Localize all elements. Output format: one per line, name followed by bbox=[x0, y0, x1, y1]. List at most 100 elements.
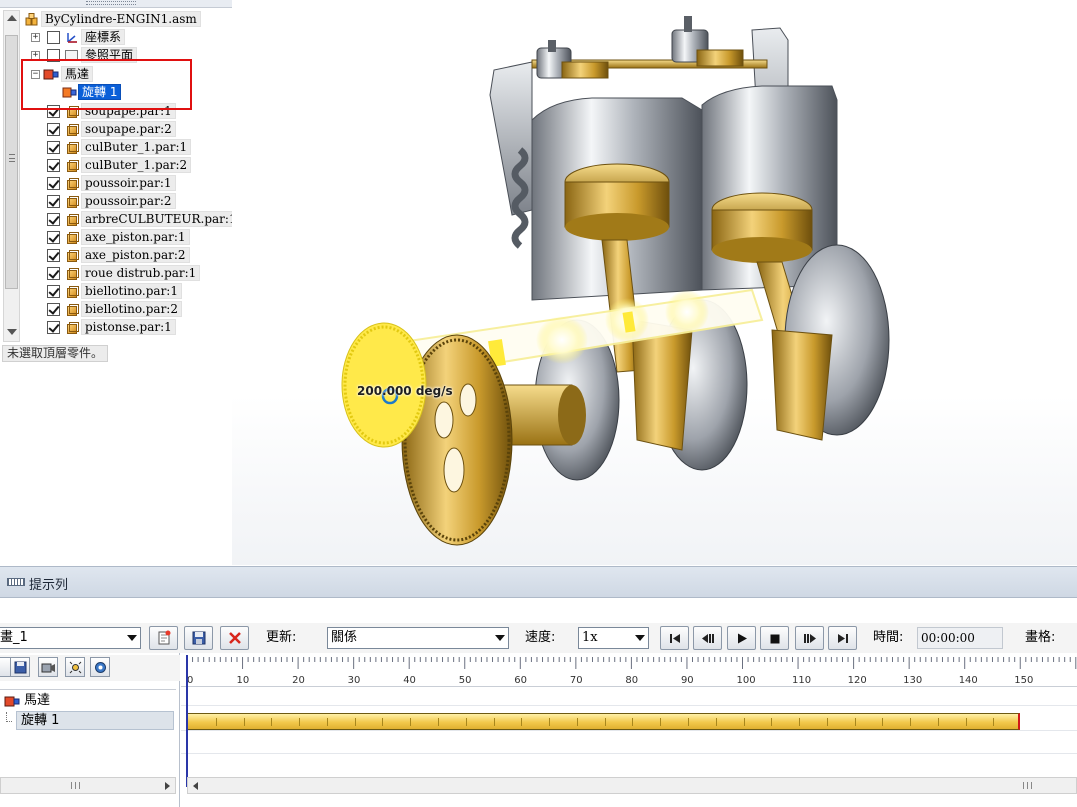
tree-vertical-scrollbar[interactable] bbox=[3, 10, 20, 342]
time-value: 00:00:00 bbox=[921, 631, 975, 645]
save-state-button[interactable] bbox=[10, 657, 30, 677]
bar-frame-tick bbox=[799, 718, 801, 726]
playback-speed-select[interactable]: 1x bbox=[578, 627, 649, 649]
3d-viewport[interactable]: 200.000 deg/s bbox=[232, 0, 1077, 565]
engine-model-illustration bbox=[341, 16, 890, 546]
camera-icon bbox=[41, 663, 55, 673]
tree-item-label: poussoir.par:2 bbox=[81, 193, 176, 209]
tree-connector-line bbox=[6, 712, 12, 722]
dropdown-arrow-icon bbox=[127, 635, 137, 641]
tree-item-label: arbreCULBUTEUR.par:1 bbox=[81, 211, 232, 227]
assembly-tree-pane: ByCylindre-ENGIN1.asm + 座標系 + 參照平面 − 馬達 bbox=[0, 0, 232, 345]
bar-frame-tick bbox=[604, 718, 606, 726]
visibility-checkbox[interactable] bbox=[47, 31, 60, 44]
expand-plus-icon[interactable]: + bbox=[31, 33, 40, 42]
part-icon bbox=[65, 285, 79, 298]
scroll-up-arrow-icon[interactable] bbox=[7, 15, 17, 21]
bar-frame-tick bbox=[215, 718, 217, 726]
list-horizontal-scrollbar[interactable] bbox=[0, 777, 176, 794]
scroll-right-arrow-icon[interactable] bbox=[165, 782, 170, 790]
scroll-thumb[interactable] bbox=[5, 35, 18, 289]
motor-icon bbox=[4, 696, 20, 707]
tree-item-label: soupape.par:2 bbox=[81, 121, 176, 137]
save-icon bbox=[192, 631, 206, 645]
explode-button[interactable] bbox=[65, 657, 85, 677]
timeline-cursor[interactable] bbox=[186, 655, 188, 787]
visibility-checkbox[interactable] bbox=[47, 285, 60, 298]
playback-speed-value: 1x bbox=[582, 630, 598, 645]
dropdown-arrow-icon bbox=[635, 635, 645, 641]
rotation-animation-bar[interactable] bbox=[187, 713, 1021, 730]
camera-button[interactable] bbox=[38, 657, 58, 677]
timeline-horizontal-scrollbar[interactable] bbox=[187, 777, 1077, 794]
visibility-checkbox[interactable] bbox=[47, 321, 60, 334]
bar-frame-tick bbox=[549, 718, 551, 726]
ruler-tick-label: 20 bbox=[292, 675, 305, 686]
scroll-grip[interactable] bbox=[71, 782, 80, 789]
timeline-ruler[interactable]: 0 10 20 30 40 50 60 70 80 90 100 110 120 130 140 150 bbox=[181, 653, 1077, 687]
visibility-checkbox[interactable] bbox=[47, 177, 60, 190]
scroll-left-arrow-icon[interactable] bbox=[193, 782, 198, 790]
new-document-icon bbox=[158, 630, 171, 645]
animation-timeline[interactable]: 0 10 20 30 40 50 60 70 80 90 100 110 120 130 140 150 bbox=[181, 653, 1077, 807]
ruler-tick-label: 120 bbox=[848, 675, 867, 686]
ruler-tick-label: 90 bbox=[681, 675, 694, 686]
part-icon bbox=[65, 267, 79, 280]
bar-frame-tick bbox=[410, 718, 412, 726]
delete-animation-button[interactable] bbox=[220, 626, 249, 650]
visibility-checkbox[interactable] bbox=[47, 159, 60, 172]
bar-frame-tick bbox=[993, 718, 995, 726]
ruler-tick-label: 150 bbox=[1014, 675, 1033, 686]
part-icon bbox=[65, 303, 79, 316]
skip-to-end-icon bbox=[838, 634, 848, 643]
visibility-checkbox[interactable] bbox=[47, 231, 60, 244]
bar-frame-tick bbox=[743, 718, 745, 726]
time-field[interactable]: 00:00:00 bbox=[917, 627, 1003, 649]
save-animation-button[interactable] bbox=[184, 626, 213, 650]
tree-item-label: axe_piston.par:2 bbox=[81, 247, 190, 263]
play-reverse-button[interactable] bbox=[693, 626, 722, 650]
part-icon bbox=[65, 159, 79, 172]
part-icon bbox=[65, 231, 79, 244]
scroll-down-arrow-icon[interactable] bbox=[7, 329, 17, 335]
play-button[interactable] bbox=[727, 626, 756, 650]
visibility-checkbox[interactable] bbox=[47, 249, 60, 262]
visibility-checkbox[interactable] bbox=[47, 267, 60, 280]
motor-gear-icon bbox=[95, 662, 106, 673]
bar-frame-tick bbox=[660, 718, 662, 726]
stop-button[interactable] bbox=[760, 626, 789, 650]
selection-status-text: 未選取頂層零件。 bbox=[2, 345, 109, 362]
dropdown-arrow-icon bbox=[495, 635, 505, 641]
tree-item-label: poussoir.par:1 bbox=[81, 175, 176, 191]
part-icon bbox=[65, 321, 79, 334]
bar-frame-tick bbox=[826, 718, 828, 726]
animation-list-pane: 馬達 旋轉 1 bbox=[0, 653, 180, 807]
scroll-grip[interactable] bbox=[1023, 782, 1032, 789]
visibility-checkbox[interactable] bbox=[47, 195, 60, 208]
bar-frame-tick bbox=[271, 718, 273, 726]
visibility-checkbox[interactable] bbox=[47, 303, 60, 316]
ruler-tick-label: 60 bbox=[514, 675, 527, 686]
motor-settings-button[interactable] bbox=[90, 657, 110, 677]
part-icon bbox=[65, 141, 79, 154]
bar-frame-tick bbox=[715, 718, 717, 726]
tree-item-label: ByCylindre-ENGIN1.asm bbox=[41, 11, 201, 27]
ruler-tick-label: 100 bbox=[737, 675, 756, 686]
animation-name-select[interactable]: 畫_1 bbox=[0, 627, 141, 649]
visibility-checkbox[interactable] bbox=[47, 141, 60, 154]
play-forward-button[interactable] bbox=[795, 626, 824, 650]
coordinate-system-icon bbox=[65, 31, 79, 44]
skip-to-start-icon bbox=[670, 634, 680, 643]
step-forward-icon bbox=[804, 634, 816, 643]
go-to-start-button[interactable] bbox=[660, 626, 689, 650]
tree-item-label: biellotino.par:2 bbox=[81, 301, 182, 317]
visibility-checkbox[interactable] bbox=[47, 123, 60, 136]
update-mode-select[interactable]: 關係 bbox=[327, 627, 509, 649]
visibility-checkbox[interactable] bbox=[47, 213, 60, 226]
pane-grip[interactable] bbox=[0, 0, 232, 8]
bar-frame-tick bbox=[965, 718, 967, 726]
bar-frame-tick bbox=[382, 718, 384, 726]
new-animation-button[interactable] bbox=[149, 626, 178, 650]
list-toolbar bbox=[0, 655, 180, 681]
go-to-end-button[interactable] bbox=[828, 626, 857, 650]
